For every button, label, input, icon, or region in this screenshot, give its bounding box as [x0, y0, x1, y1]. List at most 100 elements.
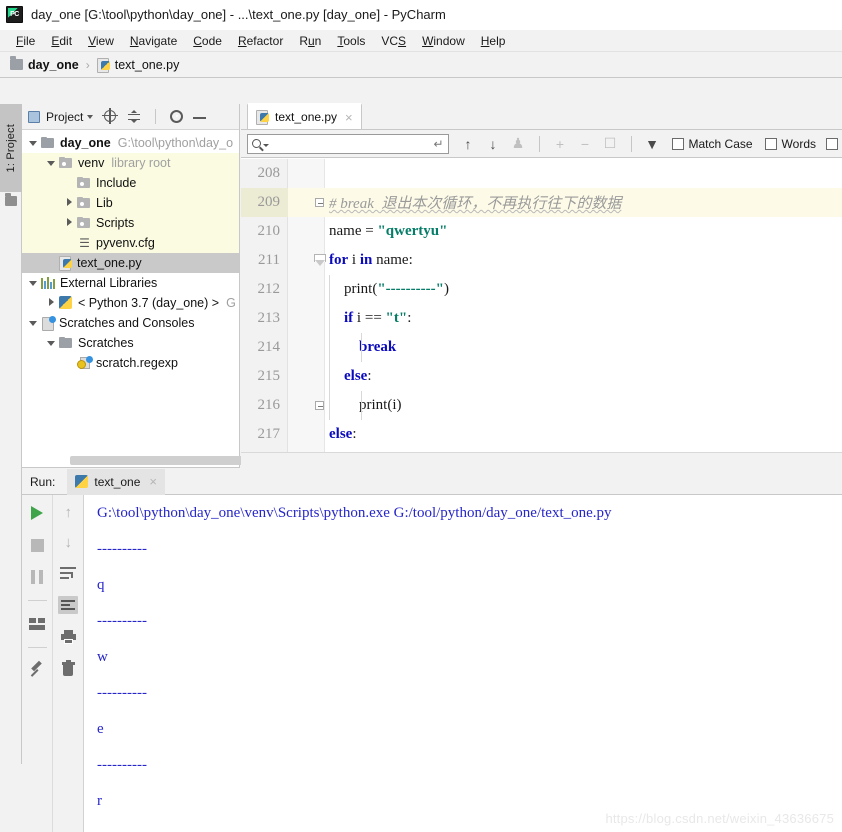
console-line: ----------	[97, 612, 147, 629]
tree-item[interactable]: scratch.regexp	[22, 353, 239, 373]
close-icon[interactable]: ×	[345, 111, 353, 124]
pycharm-window: PC day_one [G:\tool\python\day_one] - ..…	[0, 0, 842, 832]
menu-item-run[interactable]: Run	[291, 33, 329, 49]
layout-icon[interactable]	[27, 615, 47, 633]
filter-icon[interactable]: ▼	[645, 136, 660, 152]
menu-item-vcs[interactable]: VCS	[373, 33, 414, 49]
run-tab-text-one[interactable]: text_one ×	[67, 468, 165, 495]
code-line[interactable]: 209 # break 退出本次循环，不再执行往下的数据	[241, 188, 842, 217]
pause-icon[interactable]	[27, 568, 47, 586]
chevron-right-icon[interactable]	[64, 198, 75, 209]
code-line[interactable]: 210 name = "qwertyu"	[241, 217, 842, 246]
tree-item[interactable]: Scripts	[22, 213, 239, 233]
console-line: G:\tool\python\day_one\venv\Scripts\pyth…	[97, 504, 612, 521]
menu-item-edit[interactable]: Edit	[43, 33, 80, 49]
scroll-to-end-icon[interactable]	[58, 596, 79, 614]
pin-icon[interactable]	[27, 660, 47, 680]
menu-item-code[interactable]: Code	[185, 33, 230, 49]
regex-group[interactable]	[826, 137, 838, 150]
chevron-down-icon[interactable]	[28, 278, 39, 289]
code-line[interactable]: 213 if i = = "t":	[241, 304, 842, 333]
arrow-up-icon[interactable]: ↑	[61, 504, 75, 521]
tree-item[interactable]: Scratches	[22, 333, 239, 353]
print-icon[interactable]	[58, 628, 78, 646]
fold-arrow-icon[interactable]	[314, 254, 326, 267]
tree-item[interactable]: External Libraries	[22, 273, 239, 293]
tool-window-button-project[interactable]: 1: Project	[0, 104, 22, 192]
arrow-up-icon[interactable]: ↑	[461, 136, 476, 152]
chevron-down-icon[interactable]	[46, 158, 57, 169]
close-icon[interactable]: ×	[149, 475, 157, 488]
chevron-down-icon[interactable]	[87, 114, 94, 119]
match-case-group[interactable]: Match Case	[671, 137, 753, 151]
run-label: Run:	[30, 474, 56, 489]
tree-item-label: Scripts	[96, 216, 135, 230]
tree-item[interactable]: text_one.py	[22, 253, 239, 273]
words-checkbox[interactable]	[764, 137, 777, 150]
soft-wrap-icon[interactable]	[58, 564, 78, 582]
pycharm-logo-text: PC	[10, 11, 19, 18]
stop-icon[interactable]	[27, 536, 47, 554]
chevron-down-icon[interactable]	[263, 144, 269, 147]
menu-item-window[interactable]: Window	[414, 33, 473, 49]
chevron-down-icon[interactable]	[28, 138, 39, 149]
indent-guide	[361, 391, 362, 420]
tree-item[interactable]: Lib	[22, 193, 239, 213]
trash-icon[interactable]	[58, 659, 78, 678]
hide-icon[interactable]	[193, 110, 207, 123]
code-line[interactable]: 217 else:	[241, 420, 842, 449]
tree-item[interactable]: Scratches and Consoles	[22, 313, 239, 333]
regex-checkbox[interactable]	[826, 137, 838, 150]
divider	[27, 600, 47, 601]
tree-item[interactable]: ☰ pyvenv.cfg	[22, 233, 239, 253]
code-line[interactable]: 214 break	[241, 333, 842, 362]
remove-line-icon[interactable]: −	[578, 136, 593, 152]
chevron-down-icon[interactable]	[46, 338, 57, 349]
menu-item-view[interactable]: View	[80, 33, 122, 49]
menu-item-refactor[interactable]: Refactor	[230, 33, 291, 49]
project-folder-icon	[5, 193, 17, 206]
scroll-from-source-icon[interactable]	[104, 109, 118, 124]
tree-item-meta: G	[226, 296, 236, 310]
code-text: name = "qwertyu"	[329, 223, 448, 239]
arrow-down-icon[interactable]: ↓	[486, 136, 501, 152]
watermark: https://blog.csdn.net/weixin_43636675	[605, 811, 834, 826]
breadcrumb-project[interactable]: day_one	[28, 58, 79, 72]
add-line-icon[interactable]: +	[553, 136, 568, 152]
chevron-down-icon[interactable]	[28, 318, 39, 329]
code-line[interactable]: 211 for i in name:	[241, 246, 842, 275]
tree-item[interactable]: day_one G:\tool\python\day_o	[22, 133, 239, 153]
project-horizontal-scrollbar[interactable]	[70, 456, 260, 465]
collapse-all-icon[interactable]	[127, 109, 141, 124]
rerun-icon[interactable]	[27, 504, 47, 522]
fold-marker-icon[interactable]	[315, 198, 324, 207]
chevron-right-icon[interactable]	[64, 218, 75, 229]
menu-item-navigate[interactable]: Navigate	[122, 33, 185, 49]
menu-item-tools[interactable]: Tools	[329, 33, 373, 49]
search-input[interactable]: ↵	[247, 133, 449, 154]
fold-marker-icon[interactable]	[315, 401, 324, 410]
arrow-down-icon[interactable]: ↓	[61, 534, 75, 551]
menu-item-file[interactable]: File	[8, 33, 43, 49]
code-line[interactable]: 215 else:	[241, 362, 842, 391]
breadcrumb-file[interactable]: text_one.py	[115, 58, 180, 72]
editor-tab-bar: text_one.py ×	[241, 103, 842, 130]
tree-item[interactable]: < Python 3.7 (day_one) > G	[22, 293, 239, 313]
code-line[interactable]: 212 print("----------")	[241, 275, 842, 304]
select-all-occurrences-icon[interactable]: ♟	[511, 135, 526, 151]
chevron-right-icon[interactable]	[46, 298, 57, 309]
edit-lines-icon[interactable]: ☐	[603, 135, 618, 151]
gear-icon[interactable]	[170, 109, 184, 124]
tree-item[interactable]: Include	[22, 173, 239, 193]
words-group[interactable]: Words	[764, 137, 816, 151]
editor-tab-text-one[interactable]: text_one.py ×	[247, 103, 362, 129]
code-line[interactable]: 208	[241, 159, 842, 188]
tree-item[interactable]: venv library root	[22, 153, 239, 173]
code-editor[interactable]: 208 209 # break 退出本次循环，不再执行往下的数据 210 name = …	[241, 159, 842, 468]
code-line[interactable]: 216 print(i)	[241, 391, 842, 420]
tool-window-button-favorites[interactable]: Favorites	[0, 764, 22, 832]
menu-item-help[interactable]: Help	[473, 33, 514, 49]
match-case-checkbox[interactable]	[671, 137, 684, 150]
run-console-output[interactable]: G:\tool\python\day_one\venv\Scripts\pyth…	[84, 495, 842, 832]
pycharm-logo-icon: PC	[6, 6, 23, 23]
